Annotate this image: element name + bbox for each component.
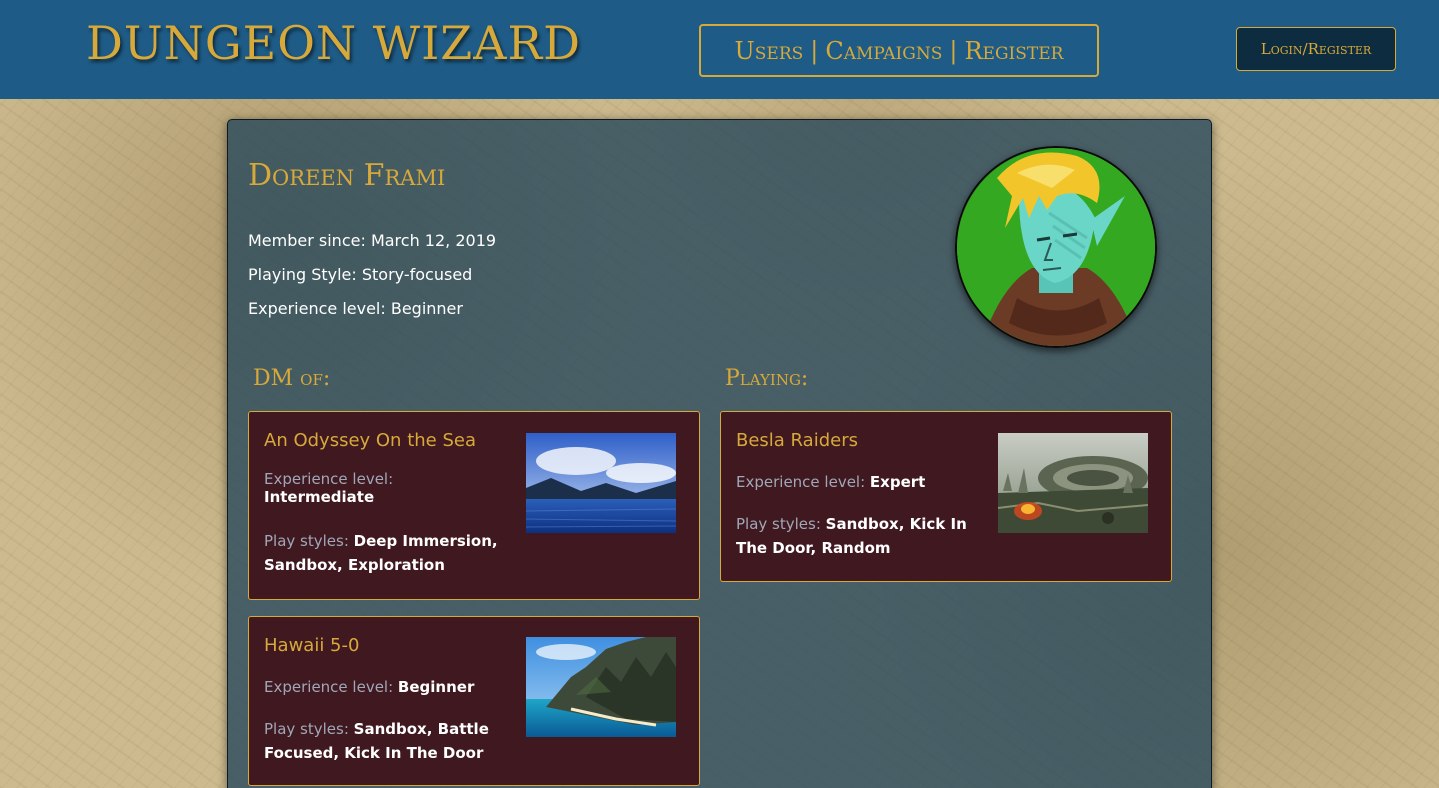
experience-label: Experience level:: [264, 470, 394, 488]
experience-value: Expert: [869, 473, 926, 491]
play-styles-label: Play styles:: [736, 515, 821, 533]
campaign-experience: Experience level: Intermediate: [264, 470, 504, 506]
campaign-title[interactable]: Hawaii 5-0: [264, 635, 359, 656]
member-since-text: Member since: March 12, 2019: [248, 231, 497, 250]
campaign-play-styles: Play styles: Deep Immersion, Sandbox, Ex…: [264, 529, 504, 577]
experience-value: Beginner: [397, 678, 475, 696]
campaign-title[interactable]: An Odyssey On the Sea: [264, 430, 476, 451]
campaign-card[interactable]: An Odyssey On the Sea Experience level: …: [248, 411, 700, 600]
campaign-thumbnail: [526, 637, 676, 737]
campaign-experience: Experience level: Beginner: [264, 675, 504, 699]
nav-separator: |: [949, 36, 958, 65]
main-nav: Users | Campaigns | Register: [699, 24, 1099, 77]
nav-register-link[interactable]: Register: [964, 37, 1063, 65]
site-logo[interactable]: DUNGEON WIZARD: [86, 16, 581, 70]
top-navbar: DUNGEON WIZARD Users | Campaigns | Regis…: [0, 0, 1439, 99]
campaign-play-styles: Play styles: Sandbox, Battle Focused, Ki…: [264, 717, 504, 765]
playing-style-text: Playing Style: Story-focused: [248, 265, 473, 284]
campaign-card[interactable]: Hawaii 5-0 Experience level: Beginner Pl…: [248, 616, 700, 786]
play-styles-label: Play styles:: [264, 720, 349, 738]
nav-users-link[interactable]: Users: [735, 37, 804, 65]
experience-label: Experience level:: [264, 678, 394, 696]
nav-campaigns-link[interactable]: Campaigns: [825, 37, 942, 65]
user-name-heading: Doreen Frami: [248, 158, 446, 193]
campaign-card[interactable]: Besla Raiders Experience level: Expert P…: [720, 411, 1172, 582]
playing-heading: Playing:: [725, 366, 809, 391]
user-avatar: [955, 146, 1157, 348]
experience-level-text: Experience level: Beginner: [248, 299, 463, 318]
lake-mountains-image: [526, 433, 676, 533]
campaign-experience: Experience level: Expert: [736, 470, 976, 494]
coastal-cliffs-image: [526, 637, 676, 737]
ruined-city-image: [998, 433, 1148, 533]
nav-separator: |: [810, 36, 819, 65]
login-register-button[interactable]: Login/Register: [1236, 27, 1396, 71]
campaign-play-styles: Play styles: Sandbox, Kick In The Door, …: [736, 512, 976, 560]
campaign-thumbnail: [526, 433, 676, 533]
campaign-thumbnail: [998, 433, 1148, 533]
campaign-title[interactable]: Besla Raiders: [736, 430, 858, 451]
play-styles-label: Play styles:: [264, 532, 349, 550]
elf-avatar-image: [957, 148, 1155, 346]
experience-value: Intermediate: [264, 488, 375, 506]
user-profile-card: Doreen Frami Member since: March 12, 201…: [227, 119, 1212, 788]
dm-of-heading: DM of:: [253, 366, 331, 391]
experience-label: Experience level:: [736, 473, 866, 491]
